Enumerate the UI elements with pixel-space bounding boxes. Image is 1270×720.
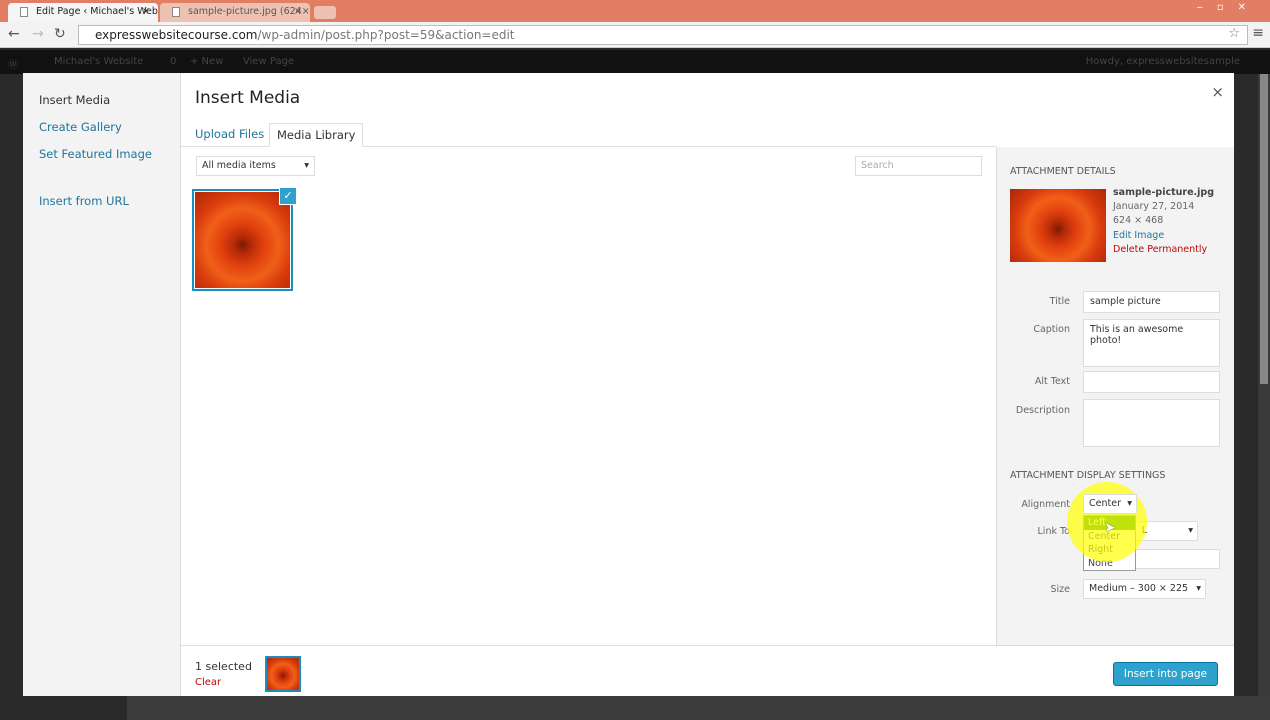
page-scrollbar[interactable] [1258,74,1270,720]
insert-media-modal: Insert Media Create Gallery Set Featured… [23,73,1234,696]
browser-tab-edit-page[interactable]: Edit Page ‹ Michael's Web × [8,3,158,22]
account-link[interactable]: Howdy, expresswebsitesample [1086,56,1240,67]
search-input[interactable]: Search [855,156,982,176]
caption-label: Caption [1033,324,1070,335]
dropdown-arrow-icon: ▾ [1127,498,1132,509]
filename: sample-picture.jpg [1113,187,1214,198]
attachment-details-heading: Attachment Details [1010,166,1116,177]
close-icon[interactable]: × [1211,83,1224,101]
media-filter-select[interactable]: All media items ▾ [196,156,315,176]
url-input[interactable]: expresswebsitecourse.com/wp-admin/post.p… [78,25,1248,45]
page-icon [20,7,28,17]
close-tab-icon[interactable]: × [142,6,150,17]
attachment-thumbnail[interactable]: ✓ [192,187,297,291]
title-input[interactable]: sample picture [1083,291,1220,313]
page-icon [172,7,180,17]
size-select[interactable]: Medium – 300 × 225 ▾ [1083,579,1206,599]
alignment-select[interactable]: Center ▾ [1083,494,1137,514]
browser-menu-icon[interactable]: ≡ [1252,25,1264,41]
view-page-link[interactable]: View Page [243,56,294,67]
size-label: Size [1050,584,1070,595]
insert-into-page-button[interactable]: Insert into page [1112,662,1218,686]
new-tab-button[interactable] [314,6,336,19]
bookmark-star-icon[interactable]: ☆ [1228,26,1240,41]
wp-admin-bar: Ⓦ Michael's Website 0 + New View Page Ho… [0,50,1270,74]
browser-tab-image[interactable]: sample-picture.jpg (624× × [160,3,310,22]
back-icon[interactable]: ← [8,26,20,42]
dropdown-arrow-icon: ▾ [1188,525,1193,536]
alt-text-label: Alt Text [1034,376,1070,387]
checkmark-icon[interactable]: ✓ [279,187,297,205]
description-label: Description [1015,405,1070,416]
link-to-label: Link To [1037,526,1070,537]
caption-textarea[interactable]: This is an awesome photo! [1083,319,1220,367]
alignment-option-none[interactable]: None [1084,557,1135,571]
dropdown-arrow-icon: ▾ [1196,583,1201,594]
alt-text-input[interactable] [1083,371,1220,393]
site-name-link[interactable]: Michael's Website [54,56,143,67]
menu-insert-media[interactable]: Insert Media [39,93,110,107]
browser-tabbar: Edit Page ‹ Michael's Web × sample-pictur… [0,0,1270,22]
upload-date: January 27, 2014 [1113,201,1195,212]
media-toolbar: 1 selected Clear Insert into page [181,645,1234,696]
mouse-cursor-icon: ➤ [1104,520,1116,536]
title-label: Title [1049,296,1070,307]
new-link[interactable]: + New [190,56,223,67]
display-settings-heading: Attachment Display Settings [1010,470,1166,481]
window-controls[interactable]: ‒▫✕ [1196,2,1260,13]
attachment-preview [1010,189,1106,262]
description-textarea[interactable] [1083,399,1220,447]
clear-selection-link[interactable]: Clear [195,677,221,688]
menu-create-gallery[interactable]: Create Gallery [39,120,122,134]
delete-permanently-link[interactable]: Delete Permanently [1113,244,1207,255]
media-menu: Insert Media Create Gallery Set Featured… [23,73,181,696]
dropdown-arrow-icon: ▾ [304,160,309,171]
forward-icon[interactable]: → [32,26,44,42]
dimensions: 624 × 468 [1113,215,1164,226]
reload-icon[interactable]: ↻ [54,26,66,42]
edit-image-link[interactable]: Edit Image [1113,230,1164,241]
tab-media-library[interactable]: Media Library [269,123,364,147]
close-tab-icon[interactable]: × [294,6,302,17]
selection-count: 1 selected [195,660,252,673]
alignment-label: Alignment [1021,499,1070,510]
menu-insert-from-url[interactable]: Insert from URL [39,194,129,208]
address-bar-area: ← → ↻ expresswebsitecourse.com/wp-admin/… [0,22,1270,48]
menu-set-featured-image[interactable]: Set Featured Image [39,147,152,161]
tab-upload-files[interactable]: Upload Files [188,123,271,147]
alignment-option-right[interactable]: Right [1084,543,1135,557]
backdrop [127,696,1270,720]
comments-link[interactable]: 0 [170,56,176,67]
wordpress-logo-icon[interactable]: Ⓦ [8,56,18,71]
media-router: Upload Files Media Library [181,119,996,147]
selected-thumbnail[interactable] [265,656,301,692]
modal-title: Insert Media [195,88,301,108]
